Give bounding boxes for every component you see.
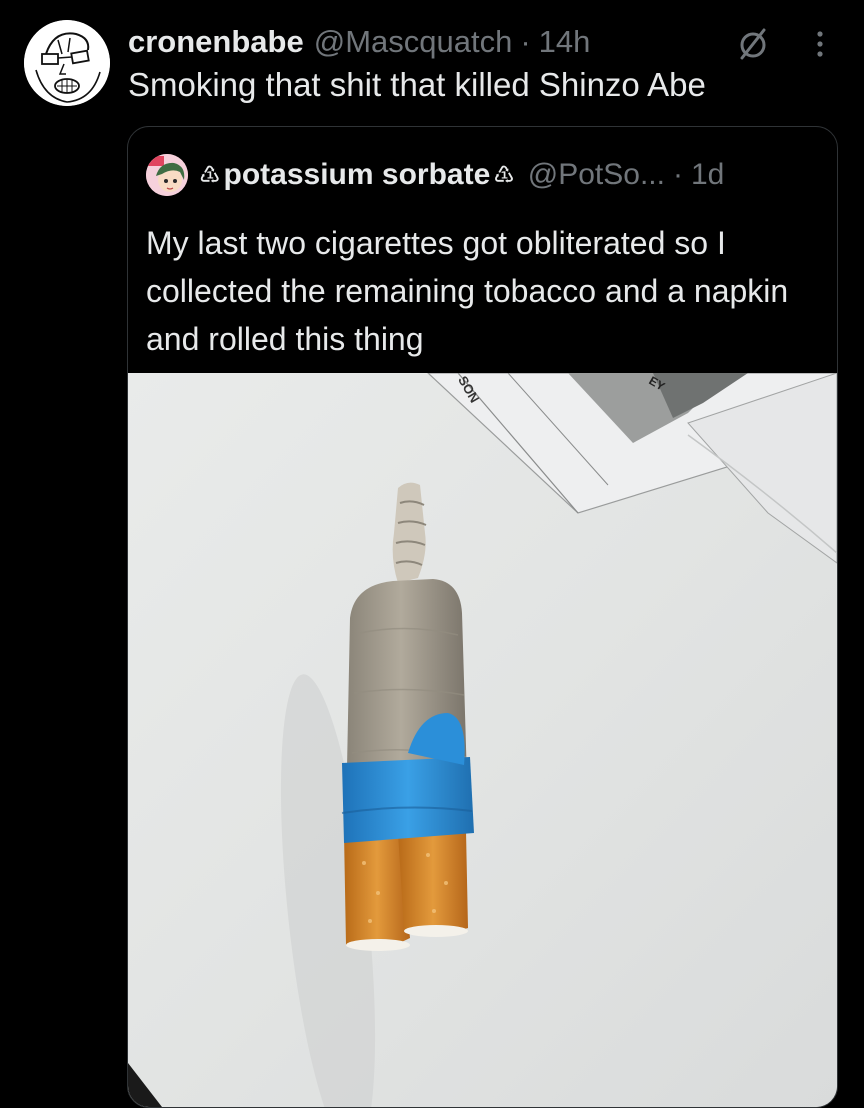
recycle-icon: ♳ bbox=[199, 161, 221, 189]
tweet[interactable]: cronenbabe @Mascquatch · 14h Smoking tha… bbox=[0, 0, 864, 1108]
recycle-icon: ♳ bbox=[493, 161, 515, 189]
quoted-tweet[interactable]: ♳ potassium sorbate ♳ @PotSo... · 1d My … bbox=[127, 126, 838, 1108]
tweet-header: cronenbabe @Mascquatch · 14h bbox=[128, 22, 828, 62]
more-options-icon[interactable] bbox=[808, 24, 832, 64]
grok-icon[interactable] bbox=[733, 24, 773, 64]
separator-dot: · bbox=[672, 158, 683, 191]
quoted-user-avatar[interactable] bbox=[146, 154, 188, 196]
anime-character-avatar-icon bbox=[146, 154, 188, 196]
timestamp[interactable]: 14h bbox=[539, 24, 591, 60]
author-handle[interactable]: @Mascquatch bbox=[314, 24, 513, 60]
cartoon-face-avatar-icon bbox=[24, 20, 110, 106]
quoted-tweet-photo[interactable]: SON EY bbox=[128, 373, 837, 1107]
quoted-author-name: potassium sorbate bbox=[223, 158, 491, 191]
user-avatar[interactable] bbox=[24, 20, 110, 106]
tweet-text: Smoking that shit that killed Shinzo Abe bbox=[128, 66, 706, 103]
quoted-author-name-group[interactable]: ♳ potassium sorbate ♳ bbox=[196, 158, 518, 192]
quoted-author-handle[interactable]: @PotSo... bbox=[528, 158, 665, 192]
separator-dot: · bbox=[520, 24, 531, 59]
author-name[interactable]: cronenbabe bbox=[128, 24, 304, 60]
quoted-tweet-text: My last two cigarettes got obliterated s… bbox=[146, 225, 789, 357]
quoted-timestamp[interactable]: 1d bbox=[691, 158, 724, 192]
handrolled-cigarette-photo-icon: SON EY bbox=[128, 373, 837, 1107]
quoted-tweet-header: ♳ potassium sorbate ♳ @PotSo... · 1d bbox=[196, 155, 836, 195]
